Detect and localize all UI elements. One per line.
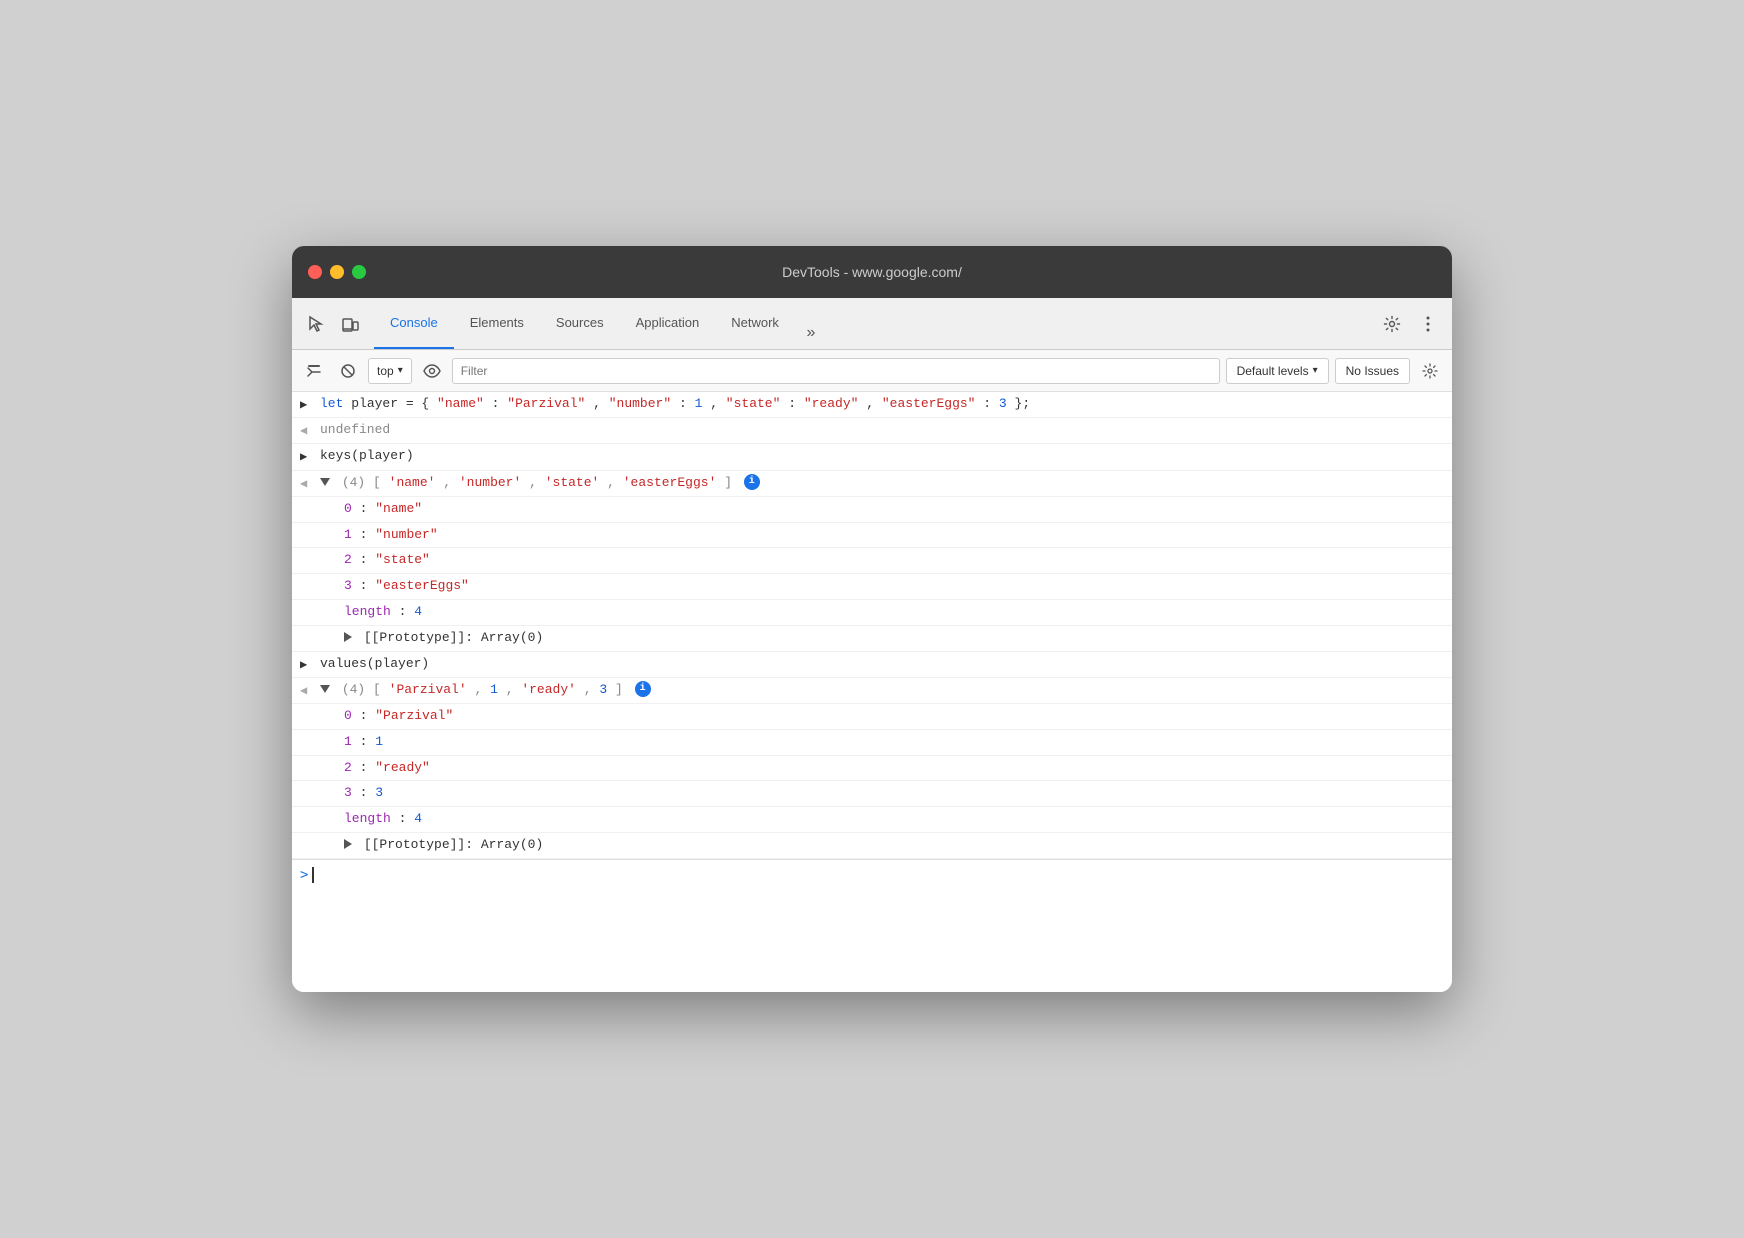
console-settings-button[interactable] bbox=[1416, 357, 1444, 385]
live-expression-button[interactable] bbox=[418, 357, 446, 385]
console-line: ◀ undefined bbox=[292, 418, 1452, 444]
close-button[interactable] bbox=[308, 265, 322, 279]
window-title: DevTools - www.google.com/ bbox=[782, 264, 962, 280]
tab-application[interactable]: Application bbox=[620, 297, 716, 349]
clear-console-button[interactable] bbox=[300, 357, 328, 385]
cursor-icon bbox=[307, 315, 325, 333]
inspect-element-button[interactable] bbox=[300, 308, 332, 340]
clear-icon bbox=[306, 363, 322, 379]
eye-icon bbox=[423, 364, 441, 378]
console-input-line[interactable]: > bbox=[292, 859, 1452, 890]
console-line: ▶ values(player) bbox=[292, 652, 1452, 678]
console-line: 3 : 3 bbox=[292, 781, 1452, 807]
console-output: ▶ let player = { "name" : "Parzival" , "… bbox=[292, 392, 1452, 992]
console-toolbar: top ▾ Default levels ▾ No Issues bbox=[292, 350, 1452, 392]
console-cursor bbox=[312, 867, 314, 883]
main-toolbar: Console Elements Sources Application Net… bbox=[292, 298, 1452, 350]
window-controls bbox=[308, 265, 366, 279]
console-line: [[Prototype]]: Array(0) bbox=[292, 833, 1452, 859]
output-arrow: ◀ bbox=[300, 420, 320, 441]
console-line: ◀ (4) [ 'Parzival' , 1 , 'ready' , 3 ] i bbox=[292, 678, 1452, 704]
expand-toggle[interactable] bbox=[344, 632, 352, 642]
expand-toggle[interactable]: ▶ bbox=[300, 654, 320, 675]
console-line: 2 : "state" bbox=[292, 548, 1452, 574]
console-line: 1 : 1 bbox=[292, 730, 1452, 756]
collapse-toggle[interactable] bbox=[320, 478, 330, 486]
info-badge[interactable]: i bbox=[744, 474, 760, 490]
device-toolbar-button[interactable] bbox=[334, 308, 366, 340]
info-badge[interactable]: i bbox=[635, 681, 651, 697]
expand-toggle[interactable]: ▶ bbox=[300, 394, 320, 415]
settings-small-icon bbox=[1422, 363, 1438, 379]
gear-icon bbox=[1383, 315, 1401, 333]
output-arrow: ◀ bbox=[300, 680, 320, 701]
log-levels-button[interactable]: Default levels ▾ bbox=[1226, 358, 1329, 384]
titlebar: DevTools - www.google.com/ bbox=[292, 246, 1452, 298]
console-filter-input[interactable] bbox=[452, 358, 1220, 384]
console-line: 0 : "Parzival" bbox=[292, 704, 1452, 730]
console-line: ◀ (4) [ 'name' , 'number' , 'state' , 'e… bbox=[292, 471, 1452, 497]
output-arrow: ◀ bbox=[300, 473, 320, 494]
minimize-button[interactable] bbox=[330, 265, 344, 279]
tab-console[interactable]: Console bbox=[374, 297, 454, 349]
maximize-button[interactable] bbox=[352, 265, 366, 279]
console-line: 0 : "name" bbox=[292, 497, 1452, 523]
device-icon bbox=[341, 315, 359, 333]
console-prompt: > bbox=[300, 864, 308, 886]
console-line: length : 4 bbox=[292, 600, 1452, 626]
console-line: ▶ let player = { "name" : "Parzival" , "… bbox=[292, 392, 1452, 418]
devtools-window: DevTools - www.google.com/ Console bbox=[292, 246, 1452, 992]
expand-toggle[interactable] bbox=[344, 839, 352, 849]
tab-sources[interactable]: Sources bbox=[540, 297, 620, 349]
collapse-toggle[interactable] bbox=[320, 685, 330, 693]
stop-recording-button[interactable] bbox=[334, 357, 362, 385]
more-options-button[interactable] bbox=[1412, 308, 1444, 340]
more-tabs-button[interactable]: » bbox=[795, 317, 827, 349]
tab-bar: Console Elements Sources Application Net… bbox=[374, 298, 1376, 349]
expand-toggle[interactable]: ▶ bbox=[300, 446, 320, 467]
toolbar-left-actions bbox=[300, 308, 366, 340]
console-line: 1 : "number" bbox=[292, 523, 1452, 549]
context-selector[interactable]: top ▾ bbox=[368, 358, 412, 384]
kebab-icon bbox=[1426, 316, 1430, 332]
toolbar-right-actions bbox=[1376, 308, 1444, 340]
issues-counter-button[interactable]: No Issues bbox=[1335, 358, 1410, 384]
console-line: 2 : "ready" bbox=[292, 756, 1452, 782]
settings-button[interactable] bbox=[1376, 308, 1408, 340]
console-line: 3 : "easterEggs" bbox=[292, 574, 1452, 600]
tab-network[interactable]: Network bbox=[715, 297, 795, 349]
console-line: ▶ keys(player) bbox=[292, 444, 1452, 470]
console-line: length : 4 bbox=[292, 807, 1452, 833]
console-line: [[Prototype]]: Array(0) bbox=[292, 626, 1452, 652]
tab-elements[interactable]: Elements bbox=[454, 297, 540, 349]
block-icon bbox=[340, 363, 356, 379]
